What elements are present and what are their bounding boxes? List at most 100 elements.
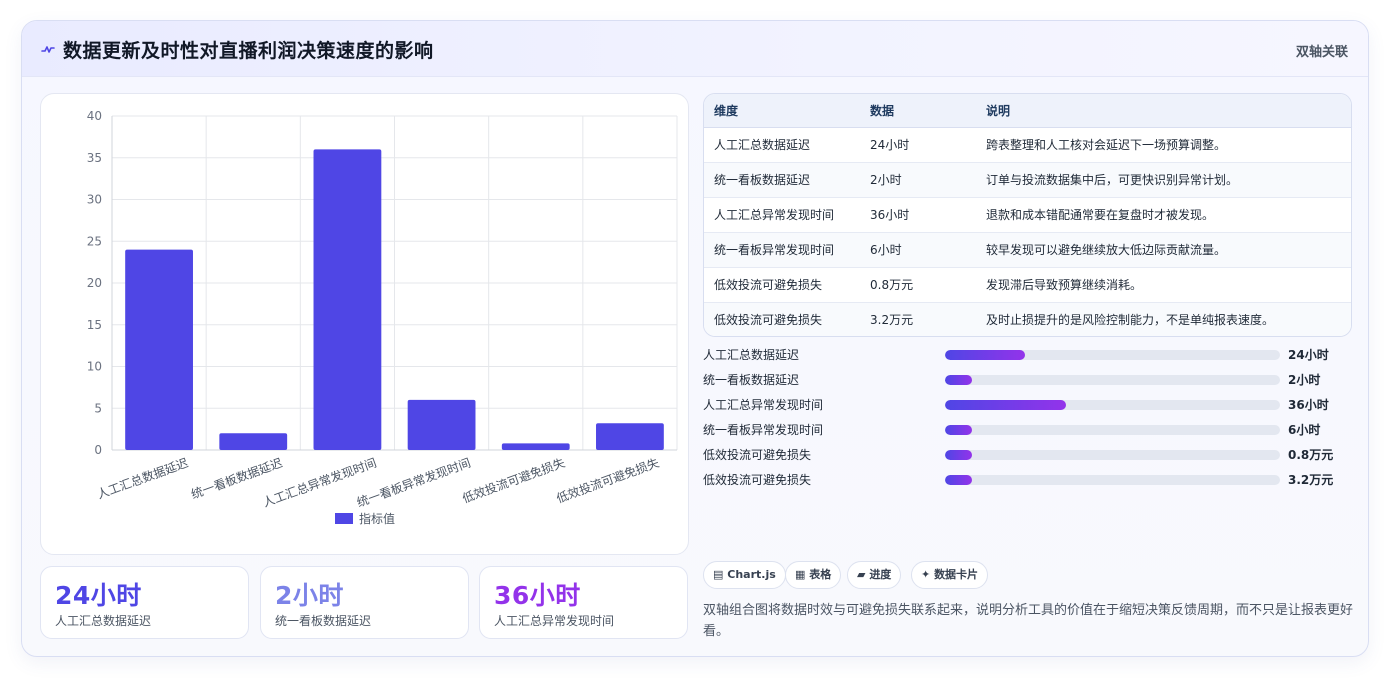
table-row: 低效投流可避免损失 0.8万元 发现滞后导致预算继续消耗。: [704, 267, 1351, 303]
table-row: 低效投流可避免损失 3.2万元 及时止损提升的是风险控制能力，不是单纯报表速度。: [704, 302, 1351, 336]
progress-list: 人工汇总数据延迟 24小时 统一看板数据延迟 2小时 人工汇总异常发现时间 36…: [703, 346, 1352, 496]
progress-label: 低效投流可避免损失: [703, 473, 812, 487]
y-tick-label: 35: [87, 151, 102, 165]
table-cell: 0.8万元: [860, 267, 976, 303]
kpi-value: 24小时: [55, 581, 142, 610]
progress-label: 统一看板异常发现时间: [703, 423, 824, 437]
progress-label: 人工汇总数据延迟: [703, 348, 800, 362]
table-row: 人工汇总数据延迟 24小时 跨表整理和人工核对会延迟下一场预算调整。: [704, 127, 1351, 163]
table-cell: 发现滞后导致预算继续消耗。: [976, 267, 1351, 303]
dual-axis-tag: 双轴关联: [1295, 45, 1348, 60]
progress-label: 人工汇总异常发现时间: [703, 398, 824, 412]
table-cell: 较早发现可以避免继续放大低边际贡献流量。: [976, 232, 1351, 268]
x-tick-label: 人工汇总数据延迟: [95, 455, 190, 502]
progress-track: [945, 475, 1280, 485]
bar: [219, 433, 288, 450]
progress-label: 低效投流可避免损失: [703, 448, 812, 462]
progress-track: [945, 375, 1280, 385]
bar-chart: 0510152025303540人工汇总数据延迟 统一看板数据延迟人工汇总异常发现…: [87, 109, 678, 526]
chip-label: 进度: [869, 568, 892, 581]
bar-chart-panel: 0 5 10 15 20 25 30 35 40 人工汇总数据延迟 统一看板数据延迟 人工汇总异常发现…: [40, 93, 689, 555]
progress-fill: [945, 375, 972, 385]
y-tick-label: 0: [94, 443, 102, 457]
progress-value: 2小时: [1288, 373, 1321, 387]
table-cell: 及时止损提升的是风险控制能力，不是单纯报表速度。: [976, 302, 1351, 336]
pulse-icon: [41, 46, 55, 53]
data-table: 维度 数据 说明 人工汇总数据延迟 24小时 跨表整理和人工核对会延迟下一场预算…: [704, 94, 1351, 336]
progress-row: 人工汇总数据延迟 24小时: [703, 346, 1352, 364]
table-cell: 低效投流可避免损失: [704, 302, 860, 336]
kpi-card-manual-anomaly: 36小时 人工汇总异常发现时间: [479, 566, 688, 639]
y-tick-label: 40: [87, 109, 102, 123]
table-cell: 退款和成本错配通常要在复盘时才被发现。: [976, 197, 1351, 233]
table-cell: 3.2万元: [860, 302, 976, 336]
y-tick-label: 15: [87, 318, 102, 332]
x-tick-label: 低效投流可避免损失: [554, 455, 661, 506]
kpi-label: 人工汇总数据延迟: [55, 614, 152, 628]
progress-value: 6小时: [1288, 423, 1321, 437]
table-icon: ▦: [795, 568, 806, 581]
chip-chartjs[interactable]: ▤ Chart.js: [703, 561, 786, 589]
kpi-card-manual-delay: 24小时 人工汇总数据延迟: [40, 566, 249, 639]
progress-fill: [945, 350, 1026, 360]
table-cell: 36小时: [860, 197, 976, 233]
column-header: 维度: [704, 94, 860, 128]
table-row: 统一看板数据延迟 2小时 订单与投流数据集中后，可更快识别异常计划。: [704, 162, 1351, 198]
chip-data-card[interactable]: ✦ 数据卡片: [911, 561, 989, 589]
bar: [596, 423, 664, 450]
table-row: 人工汇总异常发现时间 36小时 退款和成本错配通常要在复盘时才被发现。: [704, 197, 1351, 233]
table-cell: 6小时: [860, 232, 976, 268]
table-cell: 低效投流可避免损失: [704, 267, 860, 303]
progress-fill: [945, 425, 972, 435]
y-tick-label: 25: [87, 234, 102, 248]
progress-row: 低效投流可避免损失 3.2万元: [703, 471, 1352, 489]
kpi-label: 人工汇总异常发现时间: [494, 614, 615, 628]
chip-label: 表格: [809, 568, 832, 581]
page-title: 数据更新及时性对直播利润决策速度的影响: [63, 40, 434, 62]
chip-label: Chart.js: [727, 568, 776, 581]
kpi-card-dashboard-delay: 2小时 统一看板数据延迟: [260, 566, 469, 639]
progress-row: 统一看板数据延迟 2小时: [703, 371, 1352, 389]
table-cell: 人工汇总异常发现时间: [704, 197, 860, 233]
table-row: 统一看板异常发现时间 6小时 较早发现可以避免继续放大低边际贡献流量。: [704, 232, 1351, 268]
table-cell: 跨表整理和人工核对会延迟下一场预算调整。: [976, 127, 1351, 163]
legend-swatch: [335, 513, 353, 524]
chip-progress[interactable]: ▰ 进度: [847, 561, 902, 589]
table-cell: 统一看板异常发现时间: [704, 232, 860, 268]
column-header: 说明: [976, 94, 1351, 128]
y-tick-label: 5: [94, 401, 102, 415]
progress-value: 3.2万元: [1288, 473, 1334, 487]
chip-table[interactable]: ▦ 表格: [785, 561, 842, 589]
legend-label: 指标值: [359, 511, 395, 526]
progress-track: [945, 450, 1280, 460]
card-header: 数据更新及时性对直播利润决策速度的影响 双轴关联: [22, 21, 1368, 77]
table-cell: 人工汇总数据延迟: [704, 127, 860, 163]
chart-icon: ▤: [713, 568, 724, 581]
bar: [313, 149, 382, 450]
kpi-value: 2小时: [275, 581, 344, 610]
progress-track: [945, 425, 1280, 435]
column-header: 数据: [860, 94, 976, 128]
bar: [407, 399, 476, 450]
progress-value: 24小时: [1288, 348, 1329, 362]
table-cell: 24小时: [860, 127, 976, 163]
progress-fill: [945, 475, 972, 485]
progress-value: 36小时: [1288, 398, 1329, 412]
summary-note: 双轴组合图将数据时效与可避免损失联系起来，说明分析工具的价值在于缩短决策反馈周期…: [703, 603, 1354, 639]
progress-row: 人工汇总异常发现时间 36小时: [703, 396, 1352, 414]
progress-row: 低效投流可避免损失 0.8万元: [703, 446, 1352, 464]
y-tick-label: 30: [87, 193, 102, 207]
x-tick-label: 低效投流可避免损失: [460, 455, 567, 506]
progress-track: [945, 350, 1280, 360]
kpi-value: 36小时: [494, 581, 581, 610]
progress-icon: ▰: [857, 568, 866, 581]
y-tick-label: 20: [87, 276, 102, 290]
progress-label: 统一看板数据延迟: [703, 373, 800, 387]
bar: [501, 443, 570, 450]
progress-fill: [945, 450, 972, 460]
progress-track: [945, 400, 1280, 410]
dashboard-card: 数据更新及时性对直播利润决策速度的影响 双轴关联 0 5 10 15 20 25 30 35 4…: [21, 20, 1369, 657]
data-table-panel: 维度 数据 说明 人工汇总数据延迟 24小时 跨表整理和人工核对会延迟下一场预算…: [703, 93, 1352, 337]
chip-label: 数据卡片: [934, 568, 979, 581]
progress-row: 统一看板异常发现时间 6小时: [703, 421, 1352, 439]
